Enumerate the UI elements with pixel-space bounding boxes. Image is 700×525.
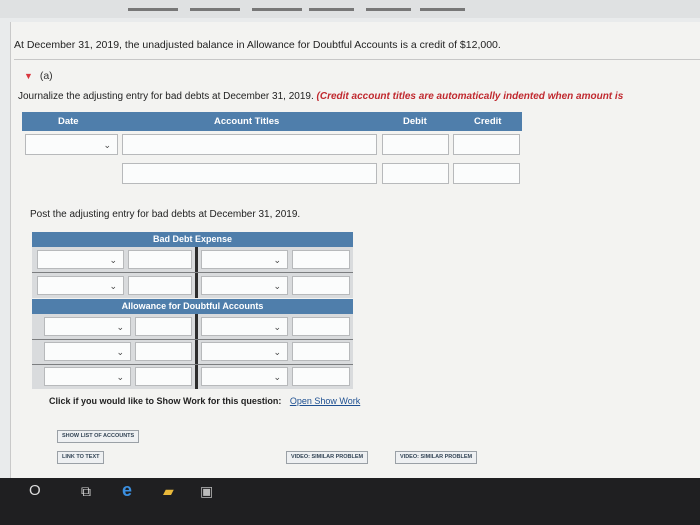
taskbar	[0, 478, 700, 525]
chevron-down-icon: ⌄	[109, 254, 117, 265]
amount-input[interactable]	[292, 250, 350, 269]
link-to-text-button[interactable]: LINK TO TEXT	[57, 451, 105, 464]
show-work-prompt: Click if you would like to Show Work for…	[49, 396, 282, 406]
amount-input[interactable]	[292, 276, 350, 295]
account-title-input[interactable]	[122, 134, 377, 155]
chevron-down-icon: ⌄	[109, 280, 117, 291]
t-account-title: Bad Debt Expense	[32, 232, 353, 247]
task-view-icon[interactable]: ⧉	[81, 483, 91, 500]
date-select[interactable]: ⌄	[44, 342, 131, 361]
divider	[14, 59, 700, 60]
show-list-of-accounts-button[interactable]: SHOW LIST OF ACCOUNTS	[57, 430, 140, 443]
tab-indicator[interactable]	[420, 8, 465, 11]
date-select[interactable]: ⌄	[201, 367, 288, 386]
amount-input[interactable]	[135, 342, 192, 361]
edge-browser-icon[interactable]: e	[122, 480, 132, 501]
post-instruction: Post the adjusting entry for bad debts a…	[30, 209, 301, 220]
amount-input[interactable]	[135, 317, 192, 336]
instruction-text: Journalize the adjusting entry for bad d…	[18, 91, 314, 102]
journal-header: Date Account Titles Debit Credit	[22, 112, 522, 131]
problem-statement: At December 31, 2019, the unadjusted bal…	[14, 39, 501, 51]
amount-input[interactable]	[135, 367, 192, 386]
amount-input[interactable]	[292, 342, 350, 361]
date-select[interactable]: ⌄	[201, 342, 288, 361]
tab-indicator[interactable]	[309, 8, 354, 11]
instruction-note: (Credit account titles are automatically…	[316, 91, 624, 102]
chevron-down-icon: ⌄	[273, 371, 281, 382]
collapse-triangle-icon: ▼	[24, 71, 33, 81]
file-explorer-icon[interactable]: ▰	[163, 483, 174, 500]
journal-instruction: Journalize the adjusting entry for bad d…	[18, 91, 623, 102]
date-select[interactable]: ⌄	[44, 367, 131, 386]
chevron-down-icon: ⌄	[103, 139, 111, 150]
t-account-title: Allowance for Doubtful Accounts	[32, 299, 353, 314]
start-circle-icon[interactable]: O	[29, 482, 41, 499]
header-debit: Debit	[403, 116, 427, 127]
chevron-down-icon: ⌄	[116, 346, 124, 357]
chevron-down-icon: ⌄	[116, 321, 124, 332]
header-credit: Credit	[474, 116, 502, 127]
date-select[interactable]: ⌄	[201, 317, 288, 336]
date-select[interactable]: ⌄	[201, 276, 288, 295]
chevron-down-icon: ⌄	[273, 280, 281, 291]
date-select[interactable]: ⌄	[201, 250, 288, 269]
amount-input[interactable]	[292, 367, 350, 386]
amount-input[interactable]	[128, 276, 192, 295]
date-select[interactable]: ⌄	[37, 276, 124, 295]
chevron-down-icon: ⌄	[273, 254, 281, 265]
chevron-down-icon: ⌄	[116, 371, 124, 382]
tab-indicator[interactable]	[190, 8, 240, 11]
row-line	[32, 364, 353, 365]
video-similar-problem-button[interactable]: VIDEO: SIMILAR PROBLEM	[286, 451, 369, 464]
tab-indicator[interactable]	[252, 8, 302, 11]
account-title-input[interactable]	[122, 163, 377, 184]
amount-input[interactable]	[128, 250, 192, 269]
header-account-titles: Account Titles	[214, 116, 280, 127]
t-account-divider	[195, 314, 198, 389]
tab-indicator[interactable]	[128, 8, 178, 11]
debit-input[interactable]	[382, 134, 449, 155]
store-icon[interactable]: ▣	[200, 483, 213, 500]
show-work-row: Click if you would like to Show Work for…	[49, 396, 360, 406]
open-show-work-link[interactable]: Open Show Work	[290, 396, 360, 406]
date-select[interactable]: ⌄	[25, 134, 118, 155]
chevron-down-icon: ⌄	[273, 346, 281, 357]
chevron-down-icon: ⌄	[273, 321, 281, 332]
date-select[interactable]: ⌄	[44, 317, 131, 336]
browser-viewport: At December 31, 2019, the unadjusted bal…	[0, 0, 700, 478]
tab-indicator[interactable]	[366, 8, 411, 11]
credit-input[interactable]	[453, 163, 520, 184]
row-line	[32, 272, 353, 273]
part-label: (a)	[39, 70, 53, 82]
debit-input[interactable]	[382, 163, 449, 184]
part-a-toggle[interactable]: ▼ (a)	[24, 70, 53, 82]
amount-input[interactable]	[292, 317, 350, 336]
credit-input[interactable]	[453, 134, 520, 155]
video-similar-problem-button[interactable]: VIDEO: SIMILAR PROBLEM	[395, 451, 478, 464]
row-line	[32, 339, 353, 340]
header-date: Date	[58, 116, 79, 127]
date-select[interactable]: ⌄	[37, 250, 124, 269]
top-tab-strip	[0, 0, 700, 18]
